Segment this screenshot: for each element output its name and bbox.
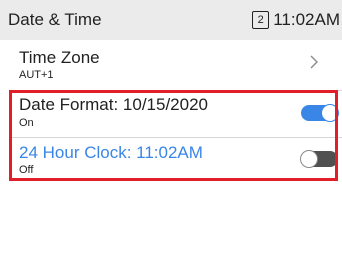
date-format-row[interactable]: Date Format: 10/15/2020 On (0, 92, 342, 137)
time-zone-row[interactable]: Time Zone AUT+1 (0, 42, 342, 88)
status-time: 11:02AM (273, 10, 340, 29)
status-right: 2 11:02AM (252, 10, 340, 30)
24-hour-clock-label: 24 Hour Clock: 11:02AM (19, 143, 203, 162)
time-zone-value: AUT+1 (19, 69, 54, 81)
chevron-right-icon (310, 55, 318, 69)
24-hour-clock-state: Off (19, 164, 34, 176)
toggle-knob (321, 104, 339, 122)
date-time-screen: Date & Time 2 11:02AM Time Zone AUT+1 Da… (0, 0, 342, 259)
sim-card-icon: 2 (252, 11, 270, 29)
toggle-knob (300, 150, 318, 168)
date-format-label: Date Format: 10/15/2020 (19, 95, 209, 114)
date-format-toggle[interactable] (301, 104, 339, 122)
date-format-state: On (19, 117, 34, 129)
divider (12, 90, 342, 91)
screen-title: Date & Time (8, 10, 102, 29)
24-hour-clock-row[interactable]: 24 Hour Clock: 11:02AM Off (0, 138, 342, 183)
24-hour-clock-toggle[interactable] (300, 150, 338, 168)
time-zone-label: Time Zone (19, 48, 100, 67)
status-bar: Date & Time 2 11:02AM (0, 0, 342, 40)
